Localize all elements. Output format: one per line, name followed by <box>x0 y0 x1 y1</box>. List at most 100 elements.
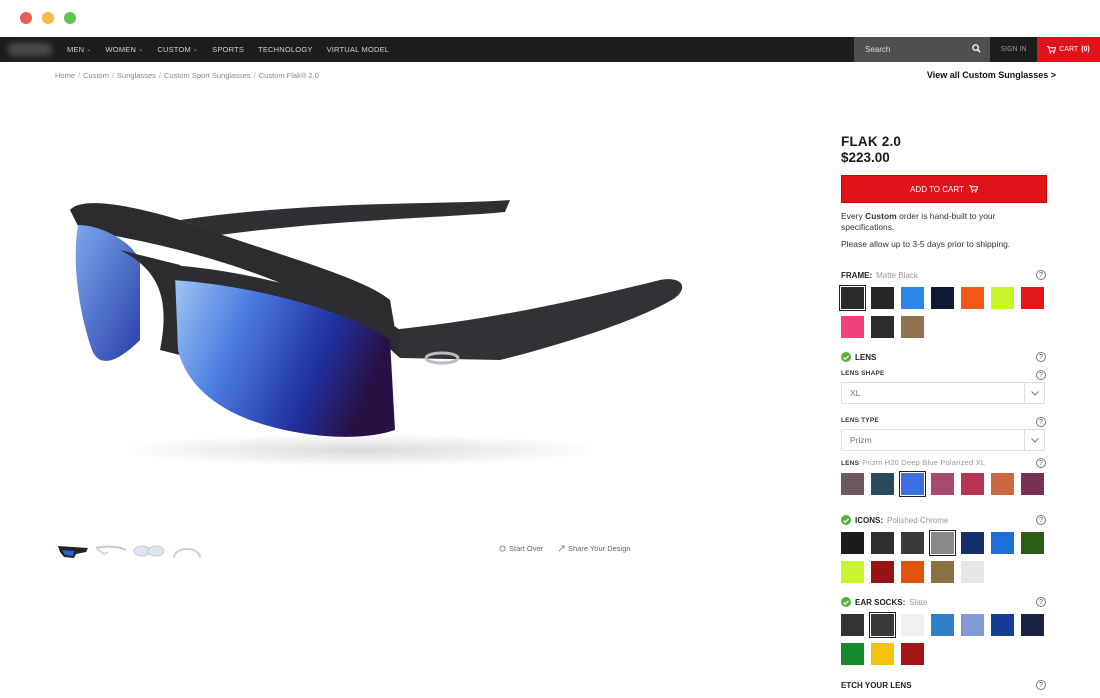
thumbnail-front[interactable] <box>132 540 166 560</box>
menu-item-virtual-model[interactable]: VIRTUAL MODEL <box>320 45 397 54</box>
color-swatch[interactable] <box>841 614 864 636</box>
help-icon[interactable]: ? <box>1036 352 1046 362</box>
help-icon[interactable]: ? <box>1036 417 1046 427</box>
thumbnail-top[interactable] <box>170 540 204 560</box>
ear-socks-header: EAR SOCKS: Slate ? <box>841 596 1047 608</box>
color-swatch[interactable] <box>991 532 1014 554</box>
color-swatch[interactable] <box>871 287 894 309</box>
icons-value: Polished Chrome <box>887 515 949 525</box>
color-swatch[interactable] <box>1021 614 1044 636</box>
menu-item-women[interactable]: WOMEN ⌄ <box>99 45 151 54</box>
color-swatch[interactable] <box>841 643 864 665</box>
color-swatch[interactable] <box>991 287 1014 309</box>
product-name: FLAK 2.0 <box>841 134 902 149</box>
color-swatch[interactable] <box>871 316 894 338</box>
breadcrumb-item[interactable]: Custom Sport Sunglasses <box>164 71 251 80</box>
product-thumbnails <box>56 540 204 560</box>
color-swatch[interactable] <box>841 561 864 583</box>
color-swatch[interactable] <box>841 473 864 495</box>
color-swatch[interactable] <box>961 532 984 554</box>
etch-header[interactable]: ETCH YOUR LENS ? <box>841 679 1047 691</box>
icons-label: ICONS: <box>855 515 883 525</box>
color-swatch[interactable] <box>1021 473 1044 495</box>
close-window-button[interactable] <box>20 12 32 24</box>
color-swatch[interactable] <box>931 473 954 495</box>
color-swatch[interactable] <box>871 561 894 583</box>
breadcrumb-separator: / <box>253 71 256 80</box>
color-swatch[interactable] <box>1021 287 1044 309</box>
lens-shape-value: XL <box>850 388 861 398</box>
help-icon[interactable]: ? <box>1036 680 1046 690</box>
color-swatch[interactable] <box>901 614 924 636</box>
menu-item-men[interactable]: MEN ⌄ <box>60 45 99 54</box>
color-swatch[interactable] <box>961 287 984 309</box>
color-swatch[interactable] <box>931 614 954 636</box>
thumbnail-front-angle[interactable] <box>56 540 90 560</box>
chevron-down-icon: ⌄ <box>86 47 92 53</box>
menu-label: CUSTOM <box>157 45 191 54</box>
color-swatch[interactable] <box>871 473 894 495</box>
help-icon[interactable]: ? <box>1036 270 1046 280</box>
color-swatch[interactable] <box>871 643 894 665</box>
color-swatch[interactable] <box>901 287 924 309</box>
lens-section: LENS ? LENS SHAPE ? XL LENS TYPE ? Prizm… <box>841 351 1047 497</box>
share-design-button[interactable]: Share Your Design <box>558 544 631 553</box>
color-swatch[interactable] <box>901 561 924 583</box>
color-swatch[interactable] <box>841 532 864 554</box>
start-over-button[interactable]: Start Over <box>499 544 543 553</box>
breadcrumb: Home / Custom / Sunglasses / Custom Sport S… <box>55 71 319 80</box>
color-swatch[interactable] <box>991 614 1014 636</box>
icons-swatches <box>841 530 1055 583</box>
menu-item-sports[interactable]: SPORTS <box>205 45 251 54</box>
brand-logo[interactable] <box>8 43 52 56</box>
breadcrumb-item[interactable]: Sunglasses <box>117 71 156 80</box>
share-design-label: Share Your Design <box>568 544 631 553</box>
color-swatch[interactable] <box>961 614 984 636</box>
shipping-note: Please allow up to 3-5 days prior to shi… <box>841 239 1011 249</box>
help-icon[interactable]: ? <box>1036 597 1046 607</box>
search-icon[interactable] <box>972 44 981 53</box>
lens-shape-label: LENS SHAPE <box>841 370 885 377</box>
breadcrumb-separator: / <box>111 71 115 80</box>
color-swatch[interactable] <box>991 473 1014 495</box>
search-input[interactable]: Search <box>854 37 990 62</box>
breadcrumb-separator: / <box>78 71 81 80</box>
color-swatch[interactable] <box>901 316 924 338</box>
menu-item-custom[interactable]: CUSTOM ⌄ <box>150 45 205 54</box>
breadcrumb-item[interactable]: Home <box>55 71 75 80</box>
help-icon[interactable]: ? <box>1036 515 1046 525</box>
color-swatch[interactable] <box>839 285 866 311</box>
color-swatch[interactable] <box>931 287 954 309</box>
color-swatch[interactable] <box>841 316 864 338</box>
lens-shape-select[interactable]: XL <box>841 382 1045 404</box>
add-to-cart-button[interactable]: ADD TO CART <box>841 175 1047 203</box>
color-swatch[interactable] <box>901 643 924 665</box>
minimize-window-button[interactable] <box>42 12 54 24</box>
color-swatch[interactable] <box>901 532 924 554</box>
note-bold-text: Custom <box>865 211 897 221</box>
color-swatch[interactable] <box>899 471 926 497</box>
menu-item-technology[interactable]: TECHNOLOGY <box>251 45 320 54</box>
check-icon <box>841 515 851 525</box>
breadcrumb-item[interactable]: Custom Flak® 2.0 <box>259 71 319 80</box>
frame-value: Matte Black <box>876 270 918 280</box>
help-icon[interactable]: ? <box>1036 370 1046 380</box>
chevron-down-icon: ⌄ <box>138 47 144 53</box>
color-swatch[interactable] <box>929 530 956 556</box>
color-swatch[interactable] <box>961 473 984 495</box>
thumbnail-side[interactable] <box>94 540 128 560</box>
cart-button[interactable]: CART (0) <box>1037 37 1100 62</box>
product-image <box>70 200 683 466</box>
start-over-label: Start Over <box>509 544 544 553</box>
color-swatch[interactable] <box>931 561 954 583</box>
lens-type-select[interactable]: Prizm <box>841 429 1045 451</box>
color-swatch[interactable] <box>869 612 896 638</box>
view-all-link[interactable]: View all Custom Sunglasses > <box>927 70 1056 80</box>
breadcrumb-item[interactable]: Custom <box>83 71 109 80</box>
color-swatch[interactable] <box>871 532 894 554</box>
maximize-window-button[interactable] <box>64 12 76 24</box>
sign-in-link[interactable]: SIGN IN <box>990 37 1037 62</box>
color-swatch[interactable] <box>1021 532 1044 554</box>
color-swatch[interactable] <box>961 561 984 583</box>
help-icon[interactable]: ? <box>1036 458 1046 468</box>
